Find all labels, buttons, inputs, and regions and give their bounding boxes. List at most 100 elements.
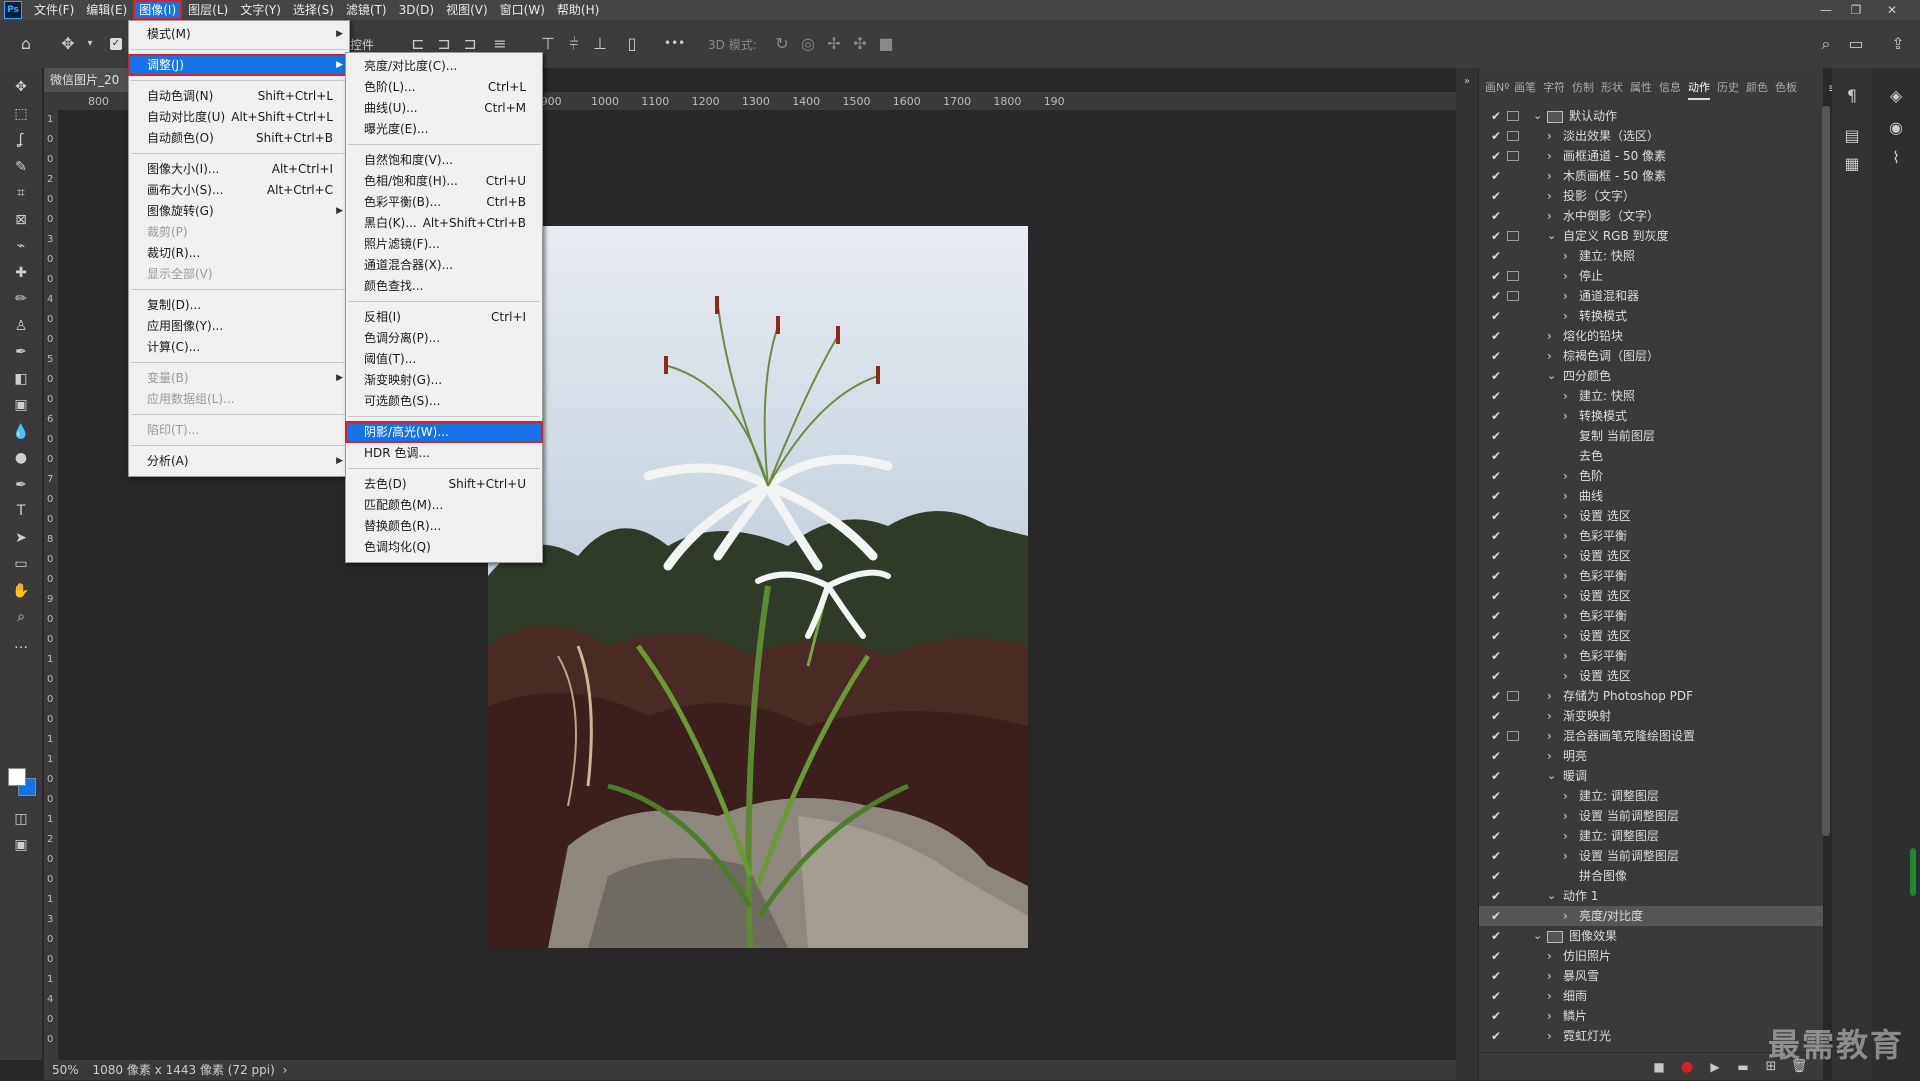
channels-icon[interactable]: ◉ [1886,118,1906,138]
action-row[interactable]: ✔ › 色阶 [1479,466,1823,486]
fg-color-swatch[interactable] [8,768,26,786]
action-row[interactable]: ✔ › 建立: 调整图层 [1479,826,1823,846]
menu-1[interactable]: 编辑(E) [80,0,133,20]
check-icon[interactable]: ✔ [1489,226,1503,246]
chevron-right-icon[interactable]: › [1563,846,1568,866]
action-row[interactable]: ✔ › 色彩平衡 [1479,566,1823,586]
menu-item-image_menu-5[interactable]: 自动对比度(U) Alt+Shift+Ctrl+L [129,107,349,127]
check-icon[interactable]: ✔ [1489,646,1503,666]
action-row[interactable]: ✔ ⌄ 暖调 [1479,766,1823,786]
panel-tab-0[interactable]: 画Nº [1485,78,1509,98]
action-row[interactable]: ✔ ⌄ 默认动作 [1479,106,1823,126]
play-icon[interactable]: ▶ [1705,1057,1725,1077]
action-row[interactable]: ✔ › 暴风雪 [1479,966,1823,986]
action-row[interactable]: ✔ › 设置 选区 [1479,586,1823,606]
align-vcenter-icon[interactable]: ⫩ [564,34,584,54]
action-row[interactable]: ✔ ⌄ 四分颜色 [1479,366,1823,386]
marquee-tool-icon[interactable]: ⬚ [10,103,32,125]
menu-item-image_menu-0[interactable]: 模式(M) ▶ [129,24,349,44]
action-row[interactable]: ✔ › 建立: 调整图层 [1479,786,1823,806]
dialog-toggle-icon[interactable] [1507,731,1519,741]
home-icon[interactable]: ⌂ [16,34,36,54]
menu-0[interactable]: 文件(F) [28,0,80,20]
actions-scrollbar[interactable] [1822,106,1830,836]
align-left-icon[interactable]: ⊏ [408,34,428,54]
panel-tab-4[interactable]: 形状 [1601,78,1623,98]
action-row[interactable]: ✔ › 转换模式 [1479,306,1823,326]
menu-item-adjust_menu-5[interactable]: 自然饱和度(V)... [346,150,542,170]
chevron-right-icon[interactable]: › [1547,146,1552,166]
properties-panel-icon[interactable]: ▤ [1842,126,1862,146]
close-icon[interactable]: ✕ [1878,0,1906,20]
chevron-down-icon[interactable]: ⌄ [1547,766,1556,786]
more-tools-icon[interactable]: … [10,633,32,655]
eyedropper-icon[interactable]: ⌁ [10,235,32,257]
action-row[interactable]: ✔ ⌄ 图像效果 [1479,926,1823,946]
dialog-toggle-icon[interactable] [1507,151,1519,161]
menu-item-image_menu-8[interactable]: 图像大小(I)... Alt+Ctrl+I [129,159,349,179]
restore-icon[interactable]: ❐ [1842,0,1870,20]
frame-tool-icon[interactable]: ⊠ [10,209,32,231]
action-row[interactable]: ✔ 去色 [1479,446,1823,466]
check-icon[interactable]: ✔ [1489,966,1503,986]
chevron-right-icon[interactable]: › [1547,1026,1552,1044]
menu-item-adjust_menu-1[interactable]: 色阶(L)... Ctrl+L [346,77,542,97]
3d-slide-icon[interactable]: ✣ [850,34,870,54]
action-row[interactable]: ✔ › 色彩平衡 [1479,606,1823,626]
clone-stamp-icon[interactable]: ♙ [10,315,32,337]
menu-item-adjust_menu-22[interactable]: 去色(D) Shift+Ctrl+U [346,474,542,494]
action-row[interactable]: ✔ › 建立: 快照 [1479,246,1823,266]
menu-item-adjust_menu-16[interactable]: 渐变映射(G)... [346,370,542,390]
menu-item-image_menu-15[interactable]: 复制(D)... [129,295,349,315]
menu-2[interactable]: 图像(I) [133,0,183,20]
action-row[interactable]: ✔ › 淡出效果（选区） [1479,126,1823,146]
chevron-right-icon[interactable]: › [1547,966,1552,986]
menu-item-image_menu-10[interactable]: 图像旋转(G) ▶ [129,201,349,221]
chevron-right-icon[interactable]: › [1563,806,1568,826]
chevron-right-icon[interactable]: › [1563,906,1568,926]
check-icon[interactable]: ✔ [1489,786,1503,806]
path-select-icon[interactable]: ➤ [10,527,32,549]
dialog-toggle-icon[interactable] [1507,271,1519,281]
check-icon[interactable]: ✔ [1489,986,1503,1006]
menu-item-adjust_menu-8[interactable]: 黑白(K)... Alt+Shift+Ctrl+B [346,213,542,233]
menu-item-adjust_menu-7[interactable]: 色彩平衡(B)... Ctrl+B [346,192,542,212]
action-row[interactable]: ✔ › 色彩平衡 [1479,646,1823,666]
notes-icon[interactable]: ▦ [1842,154,1862,174]
action-row[interactable]: ✔ › 设置 当前调整图层 [1479,846,1823,866]
menu-item-adjust_menu-6[interactable]: 色相/饱和度(H)... Ctrl+U [346,171,542,191]
action-row[interactable]: ✔ › 停止 [1479,266,1823,286]
panel-tab-10[interactable]: 色板 [1775,78,1797,98]
panel-tab-2[interactable]: 字符 [1543,78,1565,98]
lasso-tool-icon[interactable]: ʆ [10,129,32,151]
blur-tool-icon[interactable]: 💧 [10,421,32,443]
menu-item-adjust_menu-0[interactable]: 亮度/对比度(C)... [346,56,542,76]
action-row[interactable]: ✔ › 熔化的铅块 [1479,326,1823,346]
quick-mask-icon[interactable]: ◫ [10,808,32,830]
chevron-right-icon[interactable]: › [1547,746,1552,766]
chevron-right-icon[interactable]: › [1563,406,1568,426]
menu-item-image_menu-4[interactable]: 自动色调(N) Shift+Ctrl+L [129,86,349,106]
check-icon[interactable]: ✔ [1489,386,1503,406]
action-row[interactable]: ✔ › 投影（文字） [1479,186,1823,206]
check-icon[interactable]: ✔ [1489,686,1503,706]
healing-brush-icon[interactable]: ✚ [10,262,32,284]
chevron-right-icon[interactable]: › [1547,706,1552,726]
chevron-down-icon[interactable]: ⌄ [1547,366,1556,386]
action-row[interactable]: ✔ › 混合器画笔克隆绘图设置 [1479,726,1823,746]
menu-item-image_menu-16[interactable]: 应用图像(Y)... [129,316,349,336]
action-row[interactable]: ✔ ⌄ 自定义 RGB 到灰度 [1479,226,1823,246]
panel-tab-3[interactable]: 仿制 [1572,78,1594,98]
action-row[interactable]: ✔ › 亮度/对比度 [1479,906,1823,926]
stop-icon[interactable]: ■ [1649,1057,1669,1077]
chevron-right-icon[interactable]: › [1563,786,1568,806]
chevron-right-icon[interactable]: › [1563,626,1568,646]
chevron-right-icon[interactable]: › [1563,546,1568,566]
check-icon[interactable]: ✔ [1489,666,1503,686]
menu-item-image_menu-9[interactable]: 画布大小(S)... Alt+Ctrl+C [129,180,349,200]
check-icon[interactable]: ✔ [1489,866,1503,886]
menu-item-adjust_menu-10[interactable]: 通道混合器(X)... [346,255,542,275]
type-tool-icon[interactable]: T [10,500,32,522]
menu-item-adjust_menu-17[interactable]: 可选颜色(S)... [346,391,542,411]
check-icon[interactable]: ✔ [1489,546,1503,566]
